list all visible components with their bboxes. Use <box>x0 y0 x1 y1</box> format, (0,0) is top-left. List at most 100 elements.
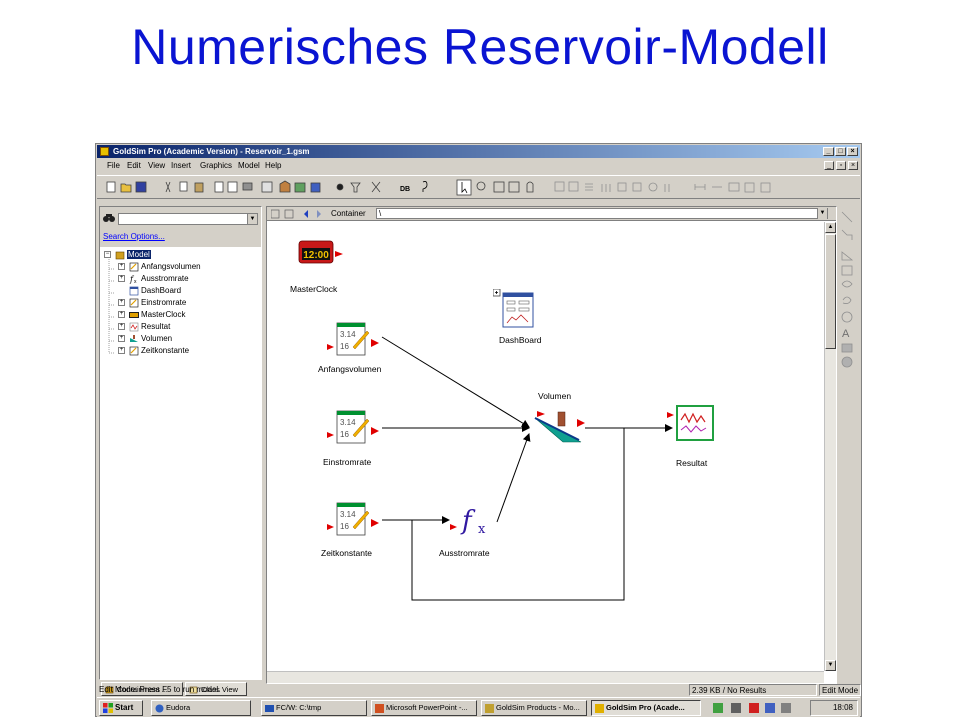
container-label: Container <box>331 209 366 218</box>
folder-icon <box>265 705 274 712</box>
menu-edit[interactable]: Edit <box>127 161 141 170</box>
zeitkonstante-value2: 16 <box>340 522 349 531</box>
goldsim-app-icon <box>100 147 109 156</box>
vertical-scrollbar[interactable]: ▲ ▼ <box>824 222 836 671</box>
einstromrate-value2: 16 <box>340 430 349 439</box>
tree-label: Zeitkonstante <box>141 346 190 355</box>
expand-icon[interactable]: + <box>118 335 125 342</box>
clock-icon <box>129 312 139 318</box>
tree-root-label: Model <box>127 250 151 259</box>
expand-icon[interactable]: + <box>118 323 125 330</box>
task-eudora[interactable]: Eudora <box>151 700 251 716</box>
resultat-element[interactable] <box>667 404 719 444</box>
menu-bar: File Edit View Insert Graphics Model Hel… <box>97 159 860 173</box>
eudora-icon <box>155 704 164 713</box>
volumen-element[interactable] <box>531 403 587 443</box>
dashboard-element[interactable] <box>493 289 537 329</box>
link-anfangsvolumen-volumen <box>381 336 530 428</box>
svg-text:x: x <box>134 279 137 284</box>
scroll-up-icon[interactable]: ▲ <box>825 222 836 233</box>
task-fcw[interactable]: FC/W: C:\tmp <box>261 700 367 716</box>
resultat-label: Resultat <box>676 458 708 468</box>
anfangsvolumen-value: 3.14 <box>340 330 356 339</box>
doc-restore-button[interactable]: ▫ <box>836 161 846 170</box>
tree-label: DashBoard <box>141 286 182 295</box>
chevron-down-icon[interactable]: ▼ <box>247 214 257 224</box>
menu-graphics[interactable]: Graphics <box>200 161 232 170</box>
expand-icon[interactable]: + <box>118 311 125 318</box>
minimize-button[interactable]: _ <box>823 147 834 156</box>
task-label: GoldSim Pro (Acade... <box>606 703 685 712</box>
task-label: FC/W: C:\tmp <box>276 703 322 712</box>
anfangsvolumen-element[interactable]: 3.14 16 <box>327 317 383 361</box>
window-titlebar: GoldSim Pro (Academic Version) - Reservo… <box>97 145 860 158</box>
task-powerpoint[interactable]: Microsoft PowerPoint -... <box>371 700 477 716</box>
data-element-icon <box>129 346 139 356</box>
task-label: Microsoft PowerPoint -... <box>386 703 468 712</box>
ausstromrate-symbol: f <box>460 506 476 536</box>
windows-logo-icon <box>103 703 113 713</box>
search-options-link[interactable]: Search Options... <box>103 232 165 241</box>
dashboard-label: DashBoard <box>499 335 542 345</box>
task-goldsim-pro[interactable]: GoldSim Pro (Acade... <box>591 700 701 716</box>
find-input[interactable]: ▼ <box>118 213 258 225</box>
data-element-icon <box>129 298 139 308</box>
link-volumen-feedback <box>411 428 625 601</box>
browser-icon <box>485 704 494 713</box>
find-binoculars-icon[interactable] <box>103 213 115 223</box>
graph-pane[interactable]: Container \ ▼ 12:00 MasterClock DashBoar… <box>266 206 837 684</box>
vertical-scroll-thumb[interactable] <box>825 234 836 349</box>
menu-file[interactable]: File <box>107 161 120 170</box>
task-label: Eudora <box>166 703 191 712</box>
expand-icon[interactable]: + <box>118 299 125 306</box>
masterclock-label: MasterClock <box>290 284 338 294</box>
doc-minimize-button[interactable]: _ <box>824 161 834 170</box>
menu-view[interactable]: View <box>148 161 165 170</box>
tree-label: Ausstromrate <box>141 274 189 283</box>
zeitkonstante-element[interactable]: 3.14 16 <box>327 497 383 541</box>
menu-help[interactable]: Help <box>265 161 281 170</box>
expression-element-icon: fx <box>129 275 137 284</box>
chevron-down-icon[interactable]: ▼ <box>817 208 827 219</box>
scroll-down-icon[interactable]: ▼ <box>825 660 836 671</box>
expand-icon[interactable]: + <box>118 275 125 282</box>
status-mode: Edit Mode <box>819 684 861 696</box>
goldsim-window: GoldSim Pro (Academic Version) - Reservo… <box>95 143 862 717</box>
slide-title: Numerisches Reservoir-Modell <box>131 19 829 75</box>
expand-icon[interactable]: + <box>118 263 125 270</box>
einstromrate-element[interactable]: 3.14 16 <box>327 405 383 449</box>
start-button[interactable]: Start <box>99 700 143 716</box>
expand-icon[interactable]: + <box>118 347 125 354</box>
menu-model[interactable]: Model <box>238 161 260 170</box>
collapse-icon[interactable]: − <box>104 251 111 258</box>
window-title: GoldSim Pro (Academic Version) - Reservo… <box>113 147 310 156</box>
close-button[interactable]: × <box>847 147 858 156</box>
tree-label: Volumen <box>141 334 173 343</box>
horizontal-scrollbar[interactable] <box>267 671 824 683</box>
link-ausstromrate-volumen <box>496 433 531 523</box>
container-path: \ <box>379 209 382 218</box>
ausstromrate-label: Ausstromrate <box>439 548 490 558</box>
tree-label: Resultat <box>141 322 171 331</box>
model-browser: ▼ Search Options... − Model + Anfangsvol… <box>99 206 262 680</box>
data-element-icon <box>129 262 139 272</box>
svg-text:A: A <box>842 328 850 340</box>
task-goldsim-products[interactable]: GoldSim Products - Mo... <box>481 700 587 716</box>
tree-label: Anfangsvolumen <box>141 262 201 271</box>
windows-taskbar: Start Eudora FC/W: C:\tmp Microsoft Powe… <box>97 697 860 717</box>
maximize-button[interactable]: □ <box>835 147 846 156</box>
status-message: Edit Mode: Press F5 to run model. <box>99 685 221 694</box>
task-label: GoldSim Products - Mo... <box>496 703 580 712</box>
system-tray-clock: 18:08 <box>810 700 858 716</box>
palette-icons: A <box>841 211 854 368</box>
quick-launch-icons <box>713 703 791 713</box>
einstromrate-value: 3.14 <box>340 418 356 427</box>
container-path-input[interactable]: \ ▼ <box>376 208 828 219</box>
anfangsvolumen-value2: 16 <box>340 342 349 351</box>
masterclock-element[interactable]: 12:00 <box>298 238 348 268</box>
goldsim-icon <box>595 704 604 713</box>
ausstromrate-element[interactable]: f x <box>450 499 496 539</box>
menu-insert[interactable]: Insert <box>171 161 191 170</box>
zeitkonstante-value: 3.14 <box>340 510 356 519</box>
doc-close-button[interactable]: × <box>848 161 858 170</box>
